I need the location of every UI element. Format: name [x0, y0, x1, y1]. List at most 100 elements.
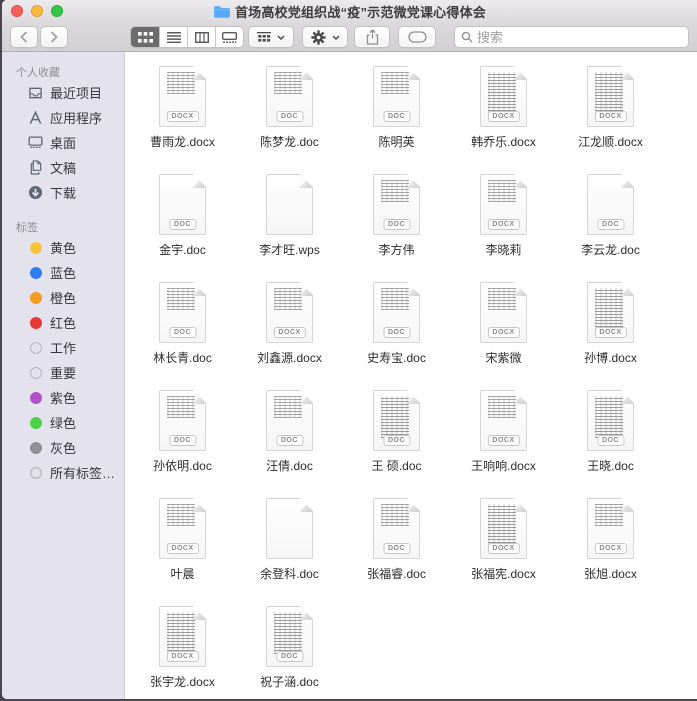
sidebar-item-blue[interactable]: 蓝色	[2, 260, 124, 285]
sidebar-item-yellow[interactable]: 黄色	[2, 235, 124, 260]
file-type-badge: DOCX	[594, 327, 626, 338]
file-item[interactable]: DOCX 曹雨龙.docx	[129, 66, 236, 174]
file-item[interactable]: DOC 王晓.doc	[557, 390, 664, 498]
page-fold-corner	[192, 499, 205, 512]
minimize-button[interactable]	[31, 5, 43, 17]
document-text-preview	[488, 180, 516, 202]
file-label: 史寿宝.doc	[367, 349, 426, 366]
file-label: 李方伟	[378, 241, 414, 258]
sidebar-item-downloads[interactable]: 下载	[2, 180, 124, 205]
file-type-badge: DOC	[597, 435, 624, 446]
view-switcher	[130, 26, 244, 48]
file-item[interactable]: DOC 陈梦龙.doc	[236, 66, 343, 174]
sidebar-item-red[interactable]: 红色	[2, 310, 124, 335]
file-item[interactable]: DOC 林长青.doc	[129, 282, 236, 390]
close-button[interactable]	[11, 5, 23, 17]
search-field[interactable]	[454, 26, 689, 48]
document-text-preview	[167, 72, 195, 94]
column-view-button[interactable]	[187, 27, 215, 47]
tag-color-dot-orange	[30, 292, 42, 304]
zoom-button[interactable]	[51, 5, 63, 17]
sidebar-item-all-tags[interactable]: 所有标签…	[2, 460, 124, 485]
file-item[interactable]: DOC 张福睿.doc	[343, 498, 450, 606]
file-item[interactable]: DOC 陈明英	[343, 66, 450, 174]
page-fold-corner	[299, 175, 312, 188]
page-fold-corner	[406, 67, 419, 80]
file-item[interactable]: DOCX 李晓莉	[450, 174, 557, 282]
toolbar	[2, 22, 697, 52]
file-item[interactable]: DOCX 孙博.docx	[557, 282, 664, 390]
file-item[interactable]: DOCX 韩乔乐.docx	[450, 66, 557, 174]
document-page-icon: DOCX	[480, 498, 527, 559]
file-item[interactable]: DOCX 张宇龙.docx	[129, 606, 236, 699]
file-type-badge: DOCX	[487, 327, 519, 338]
document-text-preview	[274, 288, 302, 310]
chevron-down-icon	[332, 35, 340, 40]
sidebar-section-header: 标签	[2, 215, 124, 235]
file-item[interactable]: DOC 史寿宝.doc	[343, 282, 450, 390]
document-text-preview	[488, 288, 516, 310]
sidebar-item-green[interactable]: 绿色	[2, 410, 124, 435]
file-item[interactable]: DOCX 张旭.docx	[557, 498, 664, 606]
list-view-button[interactable]	[159, 27, 187, 47]
sidebar-item-important[interactable]: 重要	[2, 360, 124, 385]
search-input[interactable]	[477, 30, 682, 45]
file-type-badge: DOC	[276, 111, 303, 122]
file-item[interactable]: 李才旺.wps	[236, 174, 343, 282]
sidebar-item-recents[interactable]: 最近项目	[2, 80, 124, 105]
file-item[interactable]: DOC 汪倩.doc	[236, 390, 343, 498]
file-item[interactable]: DOC 祝子涵.doc	[236, 606, 343, 699]
file-type-badge: DOCX	[273, 327, 305, 338]
document-page-icon: DOCX	[587, 282, 634, 343]
file-item[interactable]: 余登科.doc	[236, 498, 343, 606]
page-fold-corner	[299, 391, 312, 404]
sidebar-item-gray[interactable]: 灰色	[2, 435, 124, 460]
sidebar-item-documents[interactable]: 文稿	[2, 155, 124, 180]
group-by-button[interactable]	[248, 26, 294, 48]
file-item[interactable]: DOCX 刘鑫源.docx	[236, 282, 343, 390]
file-type-badge: DOCX	[487, 435, 519, 446]
sidebar-item-label: 最近项目	[50, 83, 102, 102]
sidebar-item-label: 下载	[50, 183, 76, 202]
sidebar-item-purple[interactable]: 紫色	[2, 385, 124, 410]
file-item[interactable]: DOCX 叶晨	[129, 498, 236, 606]
document-text-preview	[595, 288, 623, 330]
file-item[interactable]: DOCX 王响响.docx	[450, 390, 557, 498]
document-page-icon: DOC	[266, 66, 313, 127]
file-item[interactable]: DOC 李方伟	[343, 174, 450, 282]
page-fold-corner	[406, 499, 419, 512]
file-item[interactable]: DOCX 张福宪.docx	[450, 498, 557, 606]
document-text-preview	[595, 504, 623, 526]
file-item[interactable]: DOCX 宋紫微	[450, 282, 557, 390]
sidebar-item-work[interactable]: 工作	[2, 335, 124, 360]
file-type-badge: DOC	[597, 219, 624, 230]
page-fold-corner	[406, 175, 419, 188]
file-label: 王响响.docx	[471, 457, 536, 474]
file-item[interactable]: DOC 王 硕.doc	[343, 390, 450, 498]
tag-color-dot-purple	[30, 392, 42, 404]
file-item[interactable]: DOC 孙依明.doc	[129, 390, 236, 498]
file-item[interactable]: DOCX 江龙顺.docx	[557, 66, 664, 174]
file-type-badge: DOC	[169, 219, 196, 230]
page-fold-corner	[192, 607, 205, 620]
action-menu-button[interactable]	[302, 26, 348, 48]
back-button[interactable]	[10, 26, 38, 48]
chevron-down-icon	[277, 35, 285, 40]
file-label: 王晓.doc	[587, 457, 634, 474]
sidebar-item-orange[interactable]: 橙色	[2, 285, 124, 310]
sidebar-item-applications[interactable]: 应用程序	[2, 105, 124, 130]
file-item[interactable]: DOC 金宇.doc	[129, 174, 236, 282]
sidebar-item-desktop[interactable]: 桌面	[2, 130, 124, 155]
document-page-icon: DOCX	[480, 174, 527, 235]
file-item[interactable]: DOC 李云龙.doc	[557, 174, 664, 282]
page-fold-corner	[299, 499, 312, 512]
document-page-icon: DOCX	[159, 66, 206, 127]
forward-button[interactable]	[40, 26, 68, 48]
share-button[interactable]	[354, 26, 390, 48]
tag-button[interactable]	[398, 26, 436, 48]
page-fold-corner	[513, 391, 526, 404]
sidebar-sections: 个人收藏 最近项目 应用程序 桌面 文稿 下载 标签 黄色 蓝色 橙色 红色 工…	[2, 60, 124, 485]
document-page-icon: DOCX	[266, 282, 313, 343]
icon-view-button[interactable]	[131, 27, 159, 47]
gallery-view-button[interactable]	[215, 27, 243, 47]
